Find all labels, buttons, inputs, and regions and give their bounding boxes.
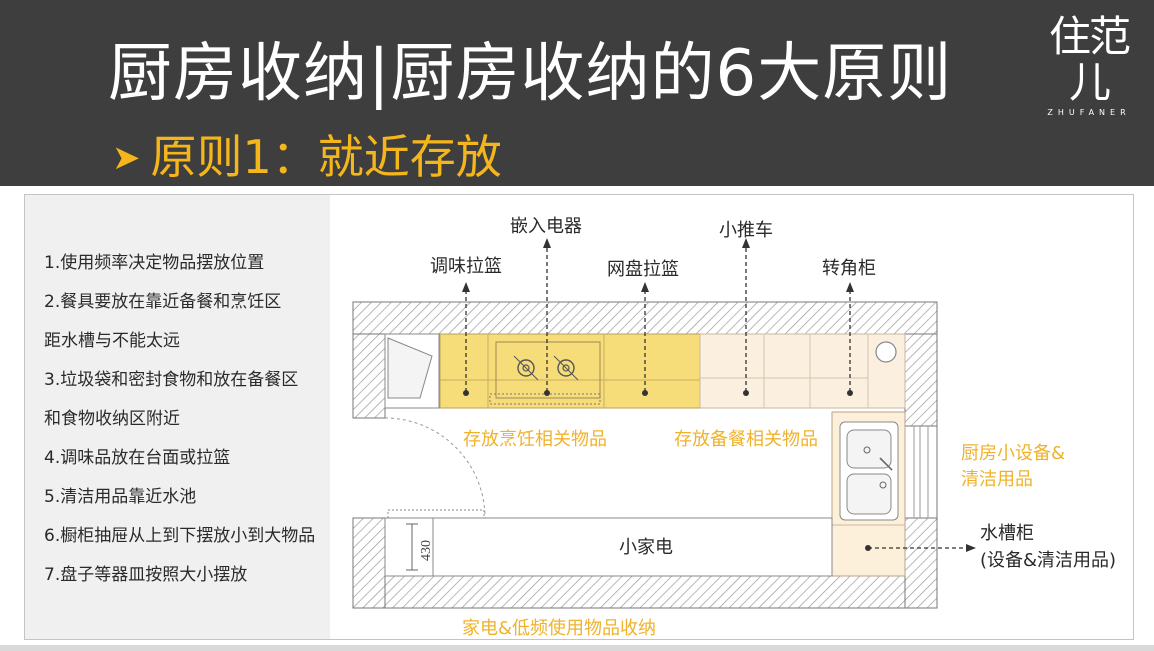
rule-item: 和食物收纳区附近	[44, 409, 180, 429]
rule-item: 1.使用频率决定物品摆放位置	[44, 253, 265, 273]
subtitle-text: 原则1：就近存放	[150, 130, 502, 184]
rule-item: 2.餐具要放在靠近备餐和烹饪区	[44, 292, 282, 312]
label-cleaning-supplies: 清洁用品	[961, 469, 1033, 490]
label-small-devices: 厨房小设备&	[961, 443, 1066, 464]
sink-icon	[839, 421, 899, 521]
cooking-zone	[439, 333, 701, 409]
label-prep-zone: 存放备餐相关物品	[674, 429, 818, 450]
wall-left	[352, 333, 386, 609]
label-trolley: 小推车	[719, 220, 773, 241]
rule-item: 4.调味品放在台面或拉篮	[44, 448, 231, 468]
rule-item: 距水槽与不能太远	[44, 331, 180, 351]
label-dish-basket: 网盘拉篮	[607, 259, 679, 280]
page-title: 厨房收纳|厨房收纳的6大原则	[108, 37, 953, 111]
washer-icon	[875, 341, 897, 363]
label-seasoning-basket: 调味拉篮	[430, 256, 502, 277]
logo-glyphs: 住范儿	[1048, 12, 1131, 107]
rule-item: 6.橱柜抽屉从上到下摆放小到大物品	[44, 526, 316, 546]
appliance-counter	[384, 509, 833, 577]
page-subtitle: ➤ 原则1：就近存放	[112, 127, 502, 192]
label-built-in-appliance: 嵌入电器	[510, 216, 582, 237]
rule-item: 5.清洁用品靠近水池	[44, 487, 197, 507]
label-cooking-zone: 存放烹饪相关物品	[463, 429, 607, 450]
label-corner-cabinet: 转角柜	[822, 258, 876, 279]
rule-item: 3.垃圾袋和密封食物和放在备餐区	[44, 370, 299, 390]
label-appliance-storage: 家电&低频使用物品收纳	[462, 618, 657, 639]
rule-item: 7.盘子等器皿按照大小摆放	[44, 565, 248, 585]
rules-list: 1.使用频率决定物品摆放位置 2.餐具要放在靠近备餐和烹饪区 距水槽与不能太远 …	[44, 244, 315, 595]
logo-latin: ZHUFANER	[1047, 108, 1131, 117]
header-banner: 厨房收纳|厨房收纳的6大原则 ➤ 原则1：就近存放 住范儿 ZHUFANER	[0, 0, 1154, 186]
arrow-icon: ➤	[112, 138, 141, 178]
window	[904, 425, 938, 519]
dimension-label: 430	[419, 540, 434, 561]
fridge	[384, 333, 440, 409]
brand-logo: 住范儿 ZHUFANER	[1030, 14, 1148, 118]
label-small-appliances: 小家电	[619, 537, 673, 558]
label-sink-cabinet-detail: (设备&清洁用品)	[980, 550, 1117, 571]
prep-zone	[699, 333, 906, 409]
wall-bottom	[384, 575, 906, 609]
footer-strip	[0, 645, 1154, 651]
label-sink-cabinet: 水槽柜	[980, 523, 1034, 544]
